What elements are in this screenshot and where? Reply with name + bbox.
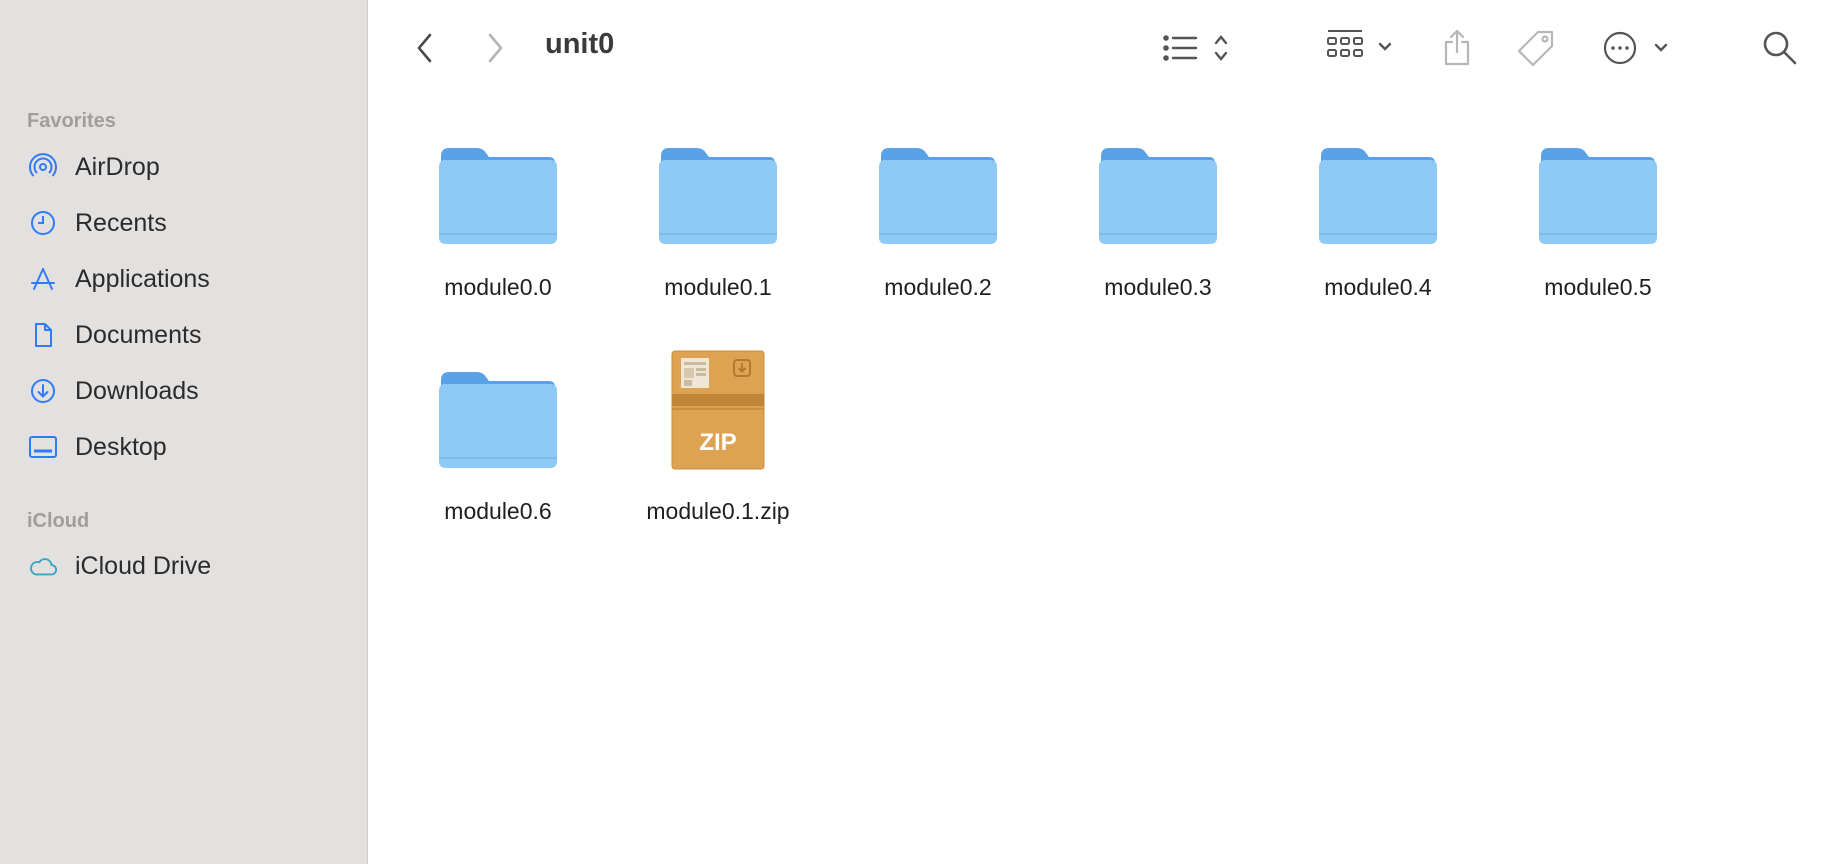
download-icon bbox=[28, 376, 58, 406]
sidebar-item-downloads[interactable]: Downloads bbox=[28, 371, 348, 411]
folder-icon bbox=[398, 354, 598, 470]
folder-item[interactable]: module0.2 bbox=[838, 130, 1038, 301]
folder-item[interactable]: module0.4 bbox=[1278, 130, 1478, 301]
sidebar-section-icloud: iCloud bbox=[27, 510, 90, 532]
sidebar-item-recents[interactable]: Recents bbox=[28, 203, 348, 243]
forward-button[interactable] bbox=[478, 28, 512, 68]
folder-icon bbox=[1278, 130, 1478, 246]
cloud-icon bbox=[28, 551, 58, 581]
window-title: unit0 bbox=[545, 28, 615, 60]
sidebar-item-label: Applications bbox=[75, 264, 210, 293]
desktop-icon bbox=[28, 432, 58, 462]
sidebar-item-applications[interactable]: Applications bbox=[28, 259, 348, 299]
share-icon bbox=[1444, 29, 1470, 66]
folder-icon bbox=[398, 130, 598, 246]
file-name: module0.3 bbox=[1104, 274, 1212, 300]
chevron-right-icon bbox=[488, 33, 503, 63]
file-name: module0.1 bbox=[664, 274, 772, 300]
grid-view-icon bbox=[1327, 30, 1392, 57]
sidebar-item-label: AirDrop bbox=[75, 152, 160, 181]
file-name: module0.6 bbox=[444, 498, 552, 524]
clock-icon bbox=[28, 208, 58, 238]
file-name: module0.5 bbox=[1544, 274, 1652, 300]
folder-icon bbox=[1058, 130, 1258, 246]
sidebar-section-favorites: Favorites bbox=[27, 110, 116, 132]
folder-icon bbox=[618, 130, 818, 246]
tag-icon bbox=[1517, 30, 1554, 67]
sidebar-item-desktop[interactable]: Desktop bbox=[28, 427, 348, 467]
airdrop-icon bbox=[28, 152, 58, 182]
share-button[interactable] bbox=[1440, 26, 1474, 70]
folder-item[interactable]: module0.1 bbox=[618, 130, 818, 301]
grid-view-button[interactable] bbox=[1324, 24, 1400, 70]
folder-item[interactable]: module0.6 bbox=[398, 354, 598, 525]
chevron-left-icon bbox=[417, 33, 432, 63]
back-button[interactable] bbox=[408, 28, 442, 68]
zip-file-item[interactable]: ZIP module0.1.zip bbox=[618, 350, 818, 525]
applications-icon bbox=[28, 264, 58, 294]
sidebar-item-label: Documents bbox=[75, 320, 202, 349]
list-view-button[interactable] bbox=[1160, 26, 1238, 70]
tag-button[interactable] bbox=[1514, 26, 1558, 70]
file-name: module0.1.zip bbox=[646, 498, 790, 524]
zip-badge: ZIP bbox=[699, 429, 736, 456]
document-icon bbox=[28, 320, 58, 350]
folder-icon bbox=[838, 130, 1038, 246]
sidebar-item-label: iCloud Drive bbox=[75, 551, 212, 580]
sidebar-item-airdrop[interactable]: AirDrop bbox=[28, 147, 348, 187]
sidebar: Favorites AirDrop Recents Applications D… bbox=[0, 0, 368, 864]
folder-item[interactable]: module0.3 bbox=[1058, 130, 1258, 301]
folder-icon bbox=[1498, 130, 1698, 246]
zip-archive-icon: ZIP bbox=[618, 350, 818, 470]
sidebar-item-label: Desktop bbox=[75, 432, 167, 461]
file-name: module0.2 bbox=[884, 274, 992, 300]
folder-item[interactable]: module0.0 bbox=[398, 130, 598, 301]
sidebar-item-label: Recents bbox=[75, 208, 167, 237]
sidebar-item-documents[interactable]: Documents bbox=[28, 315, 348, 355]
sidebar-item-label: Downloads bbox=[75, 376, 199, 405]
search-icon bbox=[1763, 31, 1797, 65]
ellipsis-circle-icon bbox=[1603, 31, 1668, 65]
sidebar-item-icloud-drive[interactable]: iCloud Drive bbox=[28, 546, 348, 586]
search-button[interactable] bbox=[1760, 26, 1800, 70]
more-actions-button[interactable] bbox=[1600, 26, 1674, 70]
file-name: module0.4 bbox=[1324, 274, 1432, 300]
list-view-icon bbox=[1163, 35, 1228, 61]
folder-item[interactable]: module0.5 bbox=[1498, 130, 1698, 301]
file-name: module0.0 bbox=[444, 274, 552, 300]
